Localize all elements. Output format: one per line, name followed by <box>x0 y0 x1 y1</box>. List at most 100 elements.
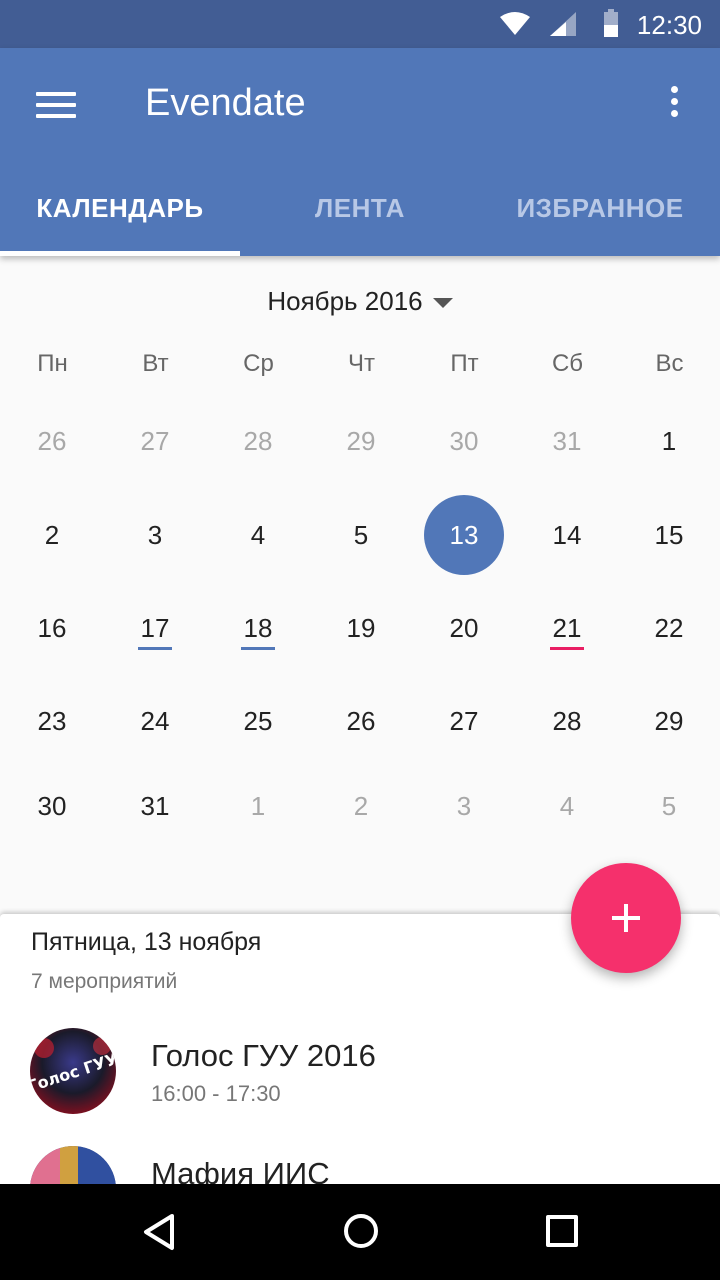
calendar-day-number: 17 <box>140 613 170 643</box>
calendar-day[interactable]: 28 <box>218 401 298 481</box>
calendar-day[interactable]: 1 <box>629 401 709 481</box>
more-options-icon[interactable] <box>668 86 680 122</box>
calendar-day-number: 1 <box>661 426 677 456</box>
calendar-day-number: 14 <box>552 520 582 550</box>
event-avatar: Голос ГУУ <box>30 1028 116 1114</box>
status-bar: 12:30 <box>0 0 720 48</box>
calendar-day-number: 24 <box>140 706 170 736</box>
tab-feed[interactable]: ЛЕНТА <box>240 180 480 256</box>
weekday-header-row: Пн Вт Ср Чт Пт Сб Вс <box>0 350 720 386</box>
month-selector[interactable]: Ноябрь 2016 <box>0 286 720 317</box>
calendar-day[interactable]: 14 <box>527 495 607 575</box>
event-marker <box>241 647 275 650</box>
calendar-day[interactable]: 31 <box>115 766 195 846</box>
app-bar: Evendate КАЛЕНДАРЬ ЛЕНТА ИЗБРАННОЕ <box>0 48 720 256</box>
event-time: 16:00 - 17:30 <box>151 1081 281 1106</box>
weekday-label: Вс <box>655 350 684 377</box>
calendar-day-number: 3 <box>456 791 472 821</box>
add-event-button[interactable] <box>571 863 681 973</box>
calendar-day[interactable]: 13 <box>424 495 504 575</box>
selected-date-title: Пятница, 13 ноября <box>31 928 262 956</box>
calendar-day-number: 26 <box>346 706 376 736</box>
calendar-day[interactable]: 30 <box>12 766 92 846</box>
calendar-day-number: 28 <box>552 706 582 736</box>
calendar-day[interactable]: 3 <box>115 495 195 575</box>
weekday-label: Ср <box>243 350 274 377</box>
month-label: Ноябрь 2016 <box>267 286 423 316</box>
calendar-day-number: 22 <box>654 613 684 643</box>
calendar-day[interactable]: 27 <box>115 401 195 481</box>
calendar-day[interactable]: 29 <box>629 681 709 761</box>
calendar-day-number: 31 <box>552 426 582 456</box>
calendar-day-number: 21 <box>552 613 582 643</box>
tab-indicator <box>0 251 240 256</box>
calendar-day-number: 29 <box>654 706 684 736</box>
calendar-day[interactable]: 20 <box>424 588 504 668</box>
calendar-day-number: 4 <box>250 520 266 550</box>
calendar-day-number: 30 <box>449 426 479 456</box>
calendar-day[interactable]: 2 <box>12 495 92 575</box>
calendar-day-number: 2 <box>44 520 60 550</box>
calendar-day[interactable]: 23 <box>12 681 92 761</box>
calendar-day[interactable]: 26 <box>12 401 92 481</box>
calendar-day[interactable]: 26 <box>321 681 401 761</box>
calendar-day-number: 31 <box>140 791 170 821</box>
calendar-day-number: 5 <box>661 791 677 821</box>
calendar-day[interactable]: 5 <box>629 766 709 846</box>
calendar-day[interactable]: 30 <box>424 401 504 481</box>
tab-calendar[interactable]: КАЛЕНДАРЬ <box>0 180 240 256</box>
calendar-day[interactable]: 4 <box>527 766 607 846</box>
calendar-day-number: 18 <box>243 613 273 643</box>
calendar-day[interactable]: 1 <box>218 766 298 846</box>
calendar-day[interactable]: 25 <box>218 681 298 761</box>
dropdown-arrow-icon <box>432 298 453 309</box>
recent-apps-icon[interactable] <box>546 1215 578 1247</box>
calendar-day[interactable]: 24 <box>115 681 195 761</box>
calendar-day[interactable]: 29 <box>321 401 401 481</box>
calendar-day-number: 19 <box>346 613 376 643</box>
signal-icon <box>550 12 576 36</box>
calendar-day[interactable]: 16 <box>12 588 92 668</box>
status-time: 12:30 <box>636 10 702 40</box>
calendar-day[interactable]: 15 <box>629 495 709 575</box>
weekday-label: Вт <box>142 350 169 377</box>
menu-icon[interactable] <box>36 92 76 122</box>
calendar-day[interactable]: 3 <box>424 766 504 846</box>
event-avatar <box>30 1146 116 1184</box>
calendar-day-number: 13 <box>449 520 479 550</box>
weekday-label: Пт <box>450 350 479 377</box>
calendar-day-number: 16 <box>37 613 67 643</box>
calendar-day-number: 3 <box>147 520 163 550</box>
home-icon[interactable] <box>344 1214 378 1248</box>
tab-bar: КАЛЕНДАРЬ ЛЕНТА ИЗБРАННОЕ <box>0 180 720 256</box>
event-item[interactable]: Мафия ИИС <box>0 1146 720 1184</box>
event-marker <box>550 647 584 650</box>
back-icon[interactable] <box>140 1212 180 1252</box>
calendar-day[interactable]: 19 <box>321 588 401 668</box>
event-title: Мафия ИИС <box>151 1156 330 1184</box>
calendar-day[interactable]: 17 <box>115 588 195 668</box>
event-item[interactable]: Голос ГУУ Голос ГУУ 2016 16:00 - 17:30 <box>0 1028 720 1148</box>
weekday-label: Сб <box>551 350 584 377</box>
calendar-day-number: 4 <box>559 791 575 821</box>
event-title: Голос ГУУ 2016 <box>151 1038 376 1073</box>
calendar-day-number: 27 <box>140 426 170 456</box>
calendar-day-number: 5 <box>353 520 369 550</box>
calendar-day[interactable]: 28 <box>527 681 607 761</box>
calendar-day[interactable]: 18 <box>218 588 298 668</box>
calendar-day-number: 1 <box>250 791 266 821</box>
tab-favorites[interactable]: ИЗБРАННОЕ <box>480 180 720 256</box>
calendar-day-number: 25 <box>243 706 273 736</box>
calendar-day-number: 28 <box>243 426 273 456</box>
calendar-day[interactable]: 27 <box>424 681 504 761</box>
calendar-day[interactable]: 4 <box>218 495 298 575</box>
event-marker <box>138 647 172 650</box>
calendar-day[interactable]: 5 <box>321 495 401 575</box>
calendar-day-number: 20 <box>449 613 479 643</box>
battery-icon <box>604 9 618 37</box>
calendar-day[interactable]: 2 <box>321 766 401 846</box>
calendar-day[interactable]: 21 <box>527 588 607 668</box>
calendar-day[interactable]: 31 <box>527 401 607 481</box>
calendar-day[interactable]: 22 <box>629 588 709 668</box>
calendar-day-number: 15 <box>654 520 684 550</box>
